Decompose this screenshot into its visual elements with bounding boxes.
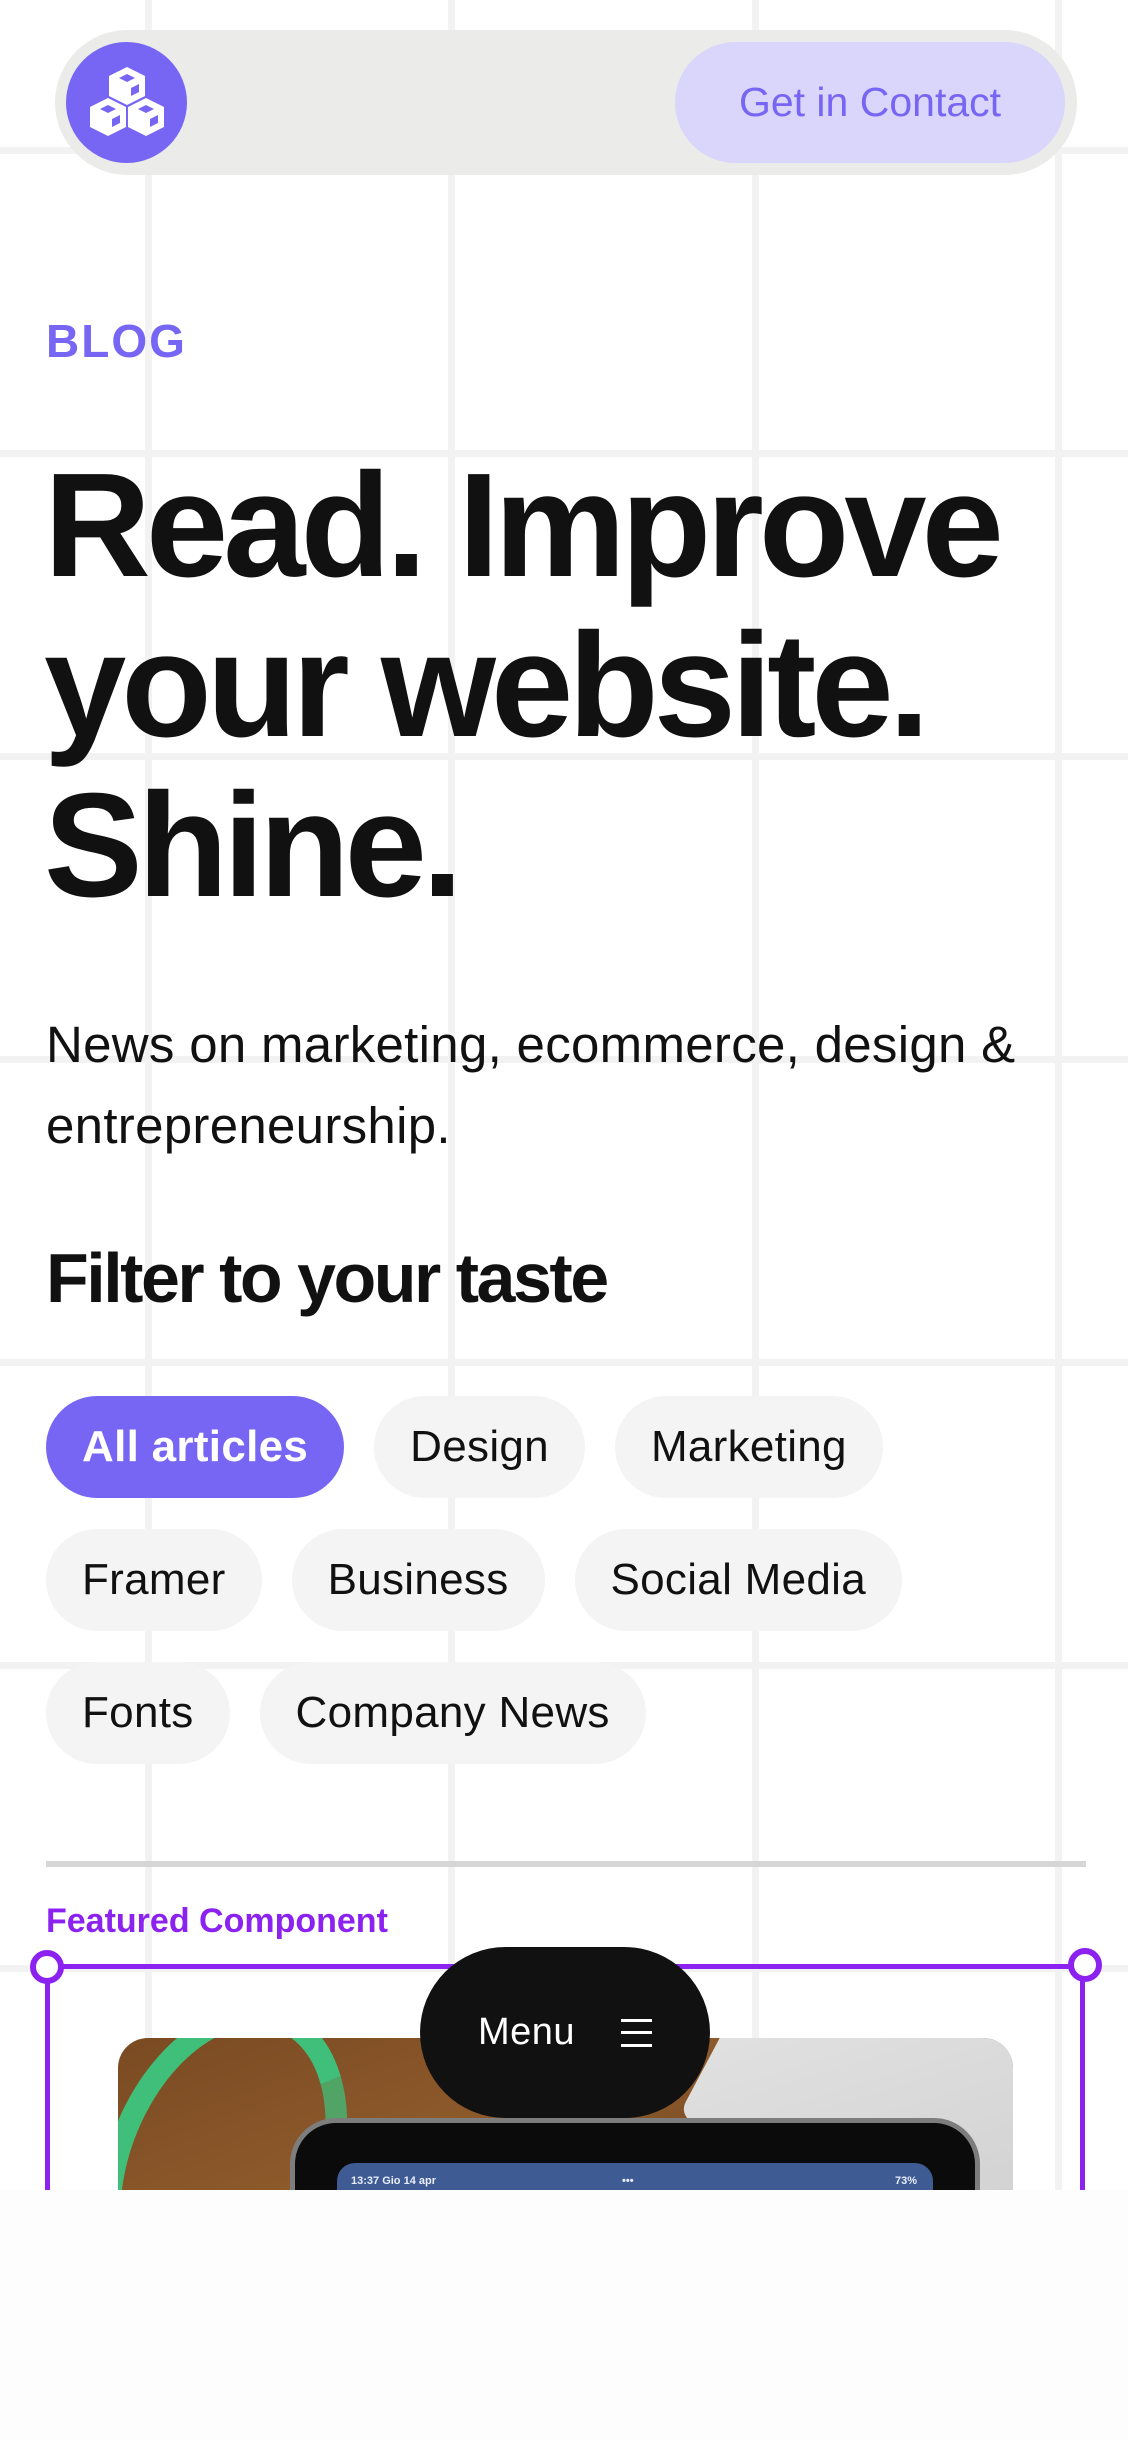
logo-button[interactable] — [66, 42, 187, 163]
featured-component-label: Featured Component — [46, 1902, 388, 1940]
page-title: Read. Improve your website. Shine. — [44, 446, 1104, 926]
headline-line: Read. Improve — [44, 443, 1004, 608]
menu-button[interactable]: Menu — [420, 1947, 710, 2118]
navbar: Get in Contact — [55, 30, 1077, 175]
filter-chip-marketing[interactable]: Marketing — [614, 1396, 883, 1498]
filter-chip-business[interactable]: Business — [291, 1529, 545, 1631]
resize-handle-top-right[interactable] — [1068, 1948, 1102, 1982]
headline-line: your website. — [44, 603, 930, 768]
hamburger-icon — [621, 2018, 653, 2047]
filter-heading: Filter to your taste — [46, 1239, 609, 1317]
filter-chip-framer[interactable]: Framer — [46, 1529, 262, 1631]
get-in-contact-button[interactable]: Get in Contact — [675, 42, 1065, 163]
section-divider — [46, 1861, 1086, 1867]
filter-chip-all-articles[interactable]: All articles — [46, 1396, 345, 1498]
grid-line — [0, 1359, 1128, 1366]
cubes-icon — [89, 66, 164, 136]
filter-chip-social-media[interactable]: Social Media — [574, 1529, 903, 1631]
headline-line: Shine. — [44, 763, 463, 928]
filter-chip-fonts[interactable]: Fonts — [46, 1662, 230, 1764]
menu-label: Menu — [477, 2011, 576, 2053]
resize-handle-top-left[interactable] — [30, 1950, 64, 1984]
filter-chip-company-news[interactable]: Company News — [259, 1662, 646, 1764]
filter-chip-design[interactable]: Design — [374, 1396, 585, 1498]
page-subtitle: News on marketing, ecommerce, design & e… — [46, 1016, 1016, 1154]
page-viewport: Get in Contact BLOG Read. Improve your w… — [0, 0, 1128, 2190]
section-eyebrow: BLOG — [46, 315, 187, 367]
filter-chips: All articles Design Marketing Framer Bus… — [46, 1396, 1106, 1764]
